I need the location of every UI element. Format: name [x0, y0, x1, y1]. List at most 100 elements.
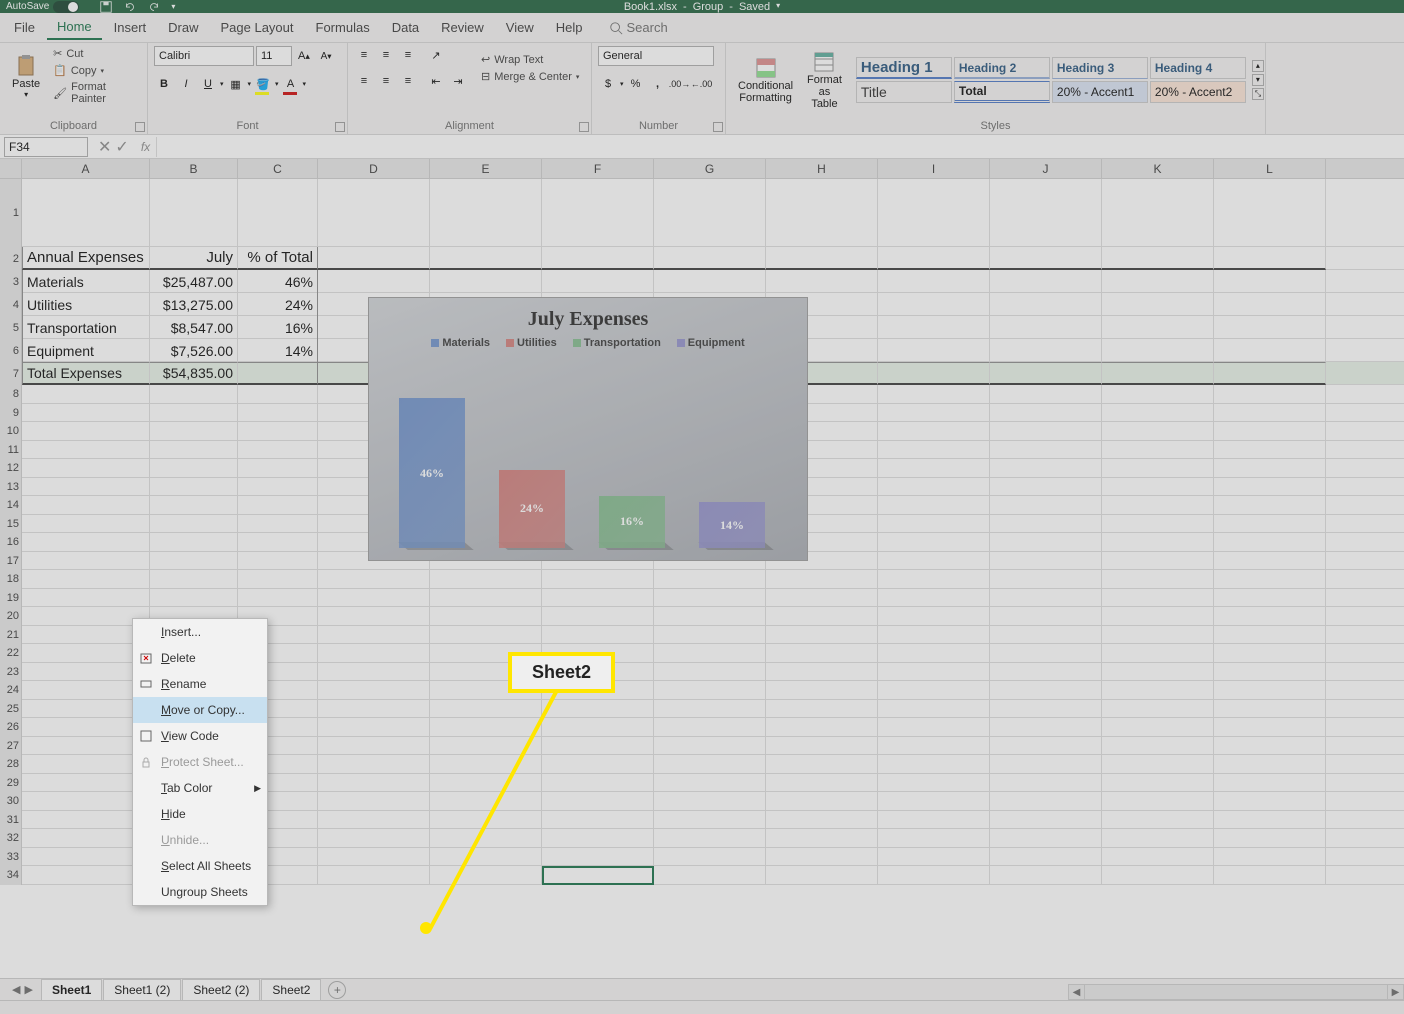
- saved-dropdown-icon[interactable]: ▾: [776, 1, 780, 13]
- cell[interactable]: [878, 700, 990, 719]
- cell[interactable]: [990, 478, 1102, 497]
- cell[interactable]: [990, 179, 1102, 247]
- cell[interactable]: [654, 737, 766, 756]
- autosave-toggle[interactable]: [53, 1, 79, 13]
- cell[interactable]: [654, 179, 766, 247]
- cell[interactable]: [654, 607, 766, 626]
- cell[interactable]: [430, 589, 542, 608]
- cell[interactable]: [990, 270, 1102, 293]
- cell[interactable]: [878, 362, 990, 385]
- cell[interactable]: [1102, 515, 1214, 534]
- row-header[interactable]: 16: [0, 533, 22, 552]
- tab-formulas[interactable]: Formulas: [306, 16, 380, 39]
- wrap-text-button[interactable]: ↩Wrap Text: [478, 52, 582, 67]
- clipboard-dialog-launcher[interactable]: [135, 122, 145, 132]
- row-header[interactable]: 13: [0, 478, 22, 497]
- cell[interactable]: [1214, 422, 1326, 441]
- cell[interactable]: [22, 552, 150, 571]
- cell[interactable]: [878, 607, 990, 626]
- cell[interactable]: [1102, 339, 1214, 362]
- cell[interactable]: [150, 404, 238, 423]
- cell[interactable]: [654, 700, 766, 719]
- row-header[interactable]: 19: [0, 589, 22, 608]
- cell[interactable]: [1102, 316, 1214, 339]
- cell[interactable]: [542, 570, 654, 589]
- cell[interactable]: [990, 644, 1102, 663]
- col-header-B[interactable]: B: [150, 159, 238, 178]
- cell[interactable]: [1102, 441, 1214, 460]
- cell[interactable]: [990, 607, 1102, 626]
- cell[interactable]: [238, 459, 318, 478]
- cell[interactable]: [238, 422, 318, 441]
- fill-color-button[interactable]: 🪣: [253, 74, 273, 94]
- cell[interactable]: [878, 626, 990, 645]
- cell[interactable]: [22, 515, 150, 534]
- cell[interactable]: [22, 570, 150, 589]
- cell[interactable]: [990, 774, 1102, 793]
- name-box[interactable]: [4, 137, 88, 157]
- cell[interactable]: [1102, 811, 1214, 830]
- style-accent1[interactable]: 20% - Accent1: [1052, 81, 1148, 103]
- cell[interactable]: [1102, 570, 1214, 589]
- cell[interactable]: [542, 270, 654, 293]
- redo-icon[interactable]: [147, 0, 161, 14]
- row-header[interactable]: 28: [0, 755, 22, 774]
- align-right-icon[interactable]: ≡: [398, 72, 418, 90]
- cell[interactable]: [766, 755, 878, 774]
- cell[interactable]: [1214, 792, 1326, 811]
- row-header[interactable]: 29: [0, 774, 22, 793]
- cell[interactable]: [238, 533, 318, 552]
- cell[interactable]: [878, 339, 990, 362]
- cell[interactable]: [990, 700, 1102, 719]
- cell[interactable]: [766, 866, 878, 885]
- align-center-icon[interactable]: ≡: [376, 72, 396, 90]
- cell[interactable]: [1102, 478, 1214, 497]
- row-header[interactable]: 12: [0, 459, 22, 478]
- cell[interactable]: [430, 866, 542, 885]
- cell[interactable]: [766, 829, 878, 848]
- cell[interactable]: [1214, 718, 1326, 737]
- cell[interactable]: [990, 589, 1102, 608]
- cell[interactable]: [1214, 607, 1326, 626]
- cell[interactable]: [766, 179, 878, 247]
- row-header[interactable]: 6: [0, 339, 22, 362]
- cell[interactable]: [990, 681, 1102, 700]
- cm-insert[interactable]: Insert...: [133, 619, 267, 645]
- tab-help[interactable]: Help: [546, 16, 593, 39]
- cell[interactable]: [1102, 589, 1214, 608]
- col-header-E[interactable]: E: [430, 159, 542, 178]
- cell[interactable]: [238, 179, 318, 247]
- cell[interactable]: [238, 404, 318, 423]
- conditional-formatting-button[interactable]: Conditional Formatting: [732, 52, 799, 108]
- cell[interactable]: Transportation: [22, 316, 150, 339]
- merge-center-button[interactable]: ⊟Merge & Center▾: [478, 69, 582, 84]
- cell[interactable]: [22, 774, 150, 793]
- cell[interactable]: [318, 755, 430, 774]
- cell[interactable]: [542, 848, 654, 867]
- cell[interactable]: [542, 792, 654, 811]
- cell[interactable]: [150, 459, 238, 478]
- cell[interactable]: [766, 811, 878, 830]
- cell[interactable]: $54,835.00: [150, 362, 238, 385]
- accounting-format-icon[interactable]: $: [598, 74, 618, 94]
- cell[interactable]: [990, 755, 1102, 774]
- cell[interactable]: [1214, 496, 1326, 515]
- cell[interactable]: [990, 293, 1102, 316]
- cm-tab-color[interactable]: Tab Color▶: [133, 775, 267, 801]
- cell[interactable]: [766, 589, 878, 608]
- tab-draw[interactable]: Draw: [158, 16, 208, 39]
- cell[interactable]: [22, 848, 150, 867]
- style-title[interactable]: Title: [856, 81, 952, 103]
- sheet-nav-prev-icon[interactable]: ◀: [12, 983, 20, 996]
- cell[interactable]: [1214, 459, 1326, 478]
- cell[interactable]: [878, 179, 990, 247]
- enter-formula-icon[interactable]: ✓: [115, 137, 128, 157]
- bold-button[interactable]: B: [154, 74, 174, 94]
- cell[interactable]: [990, 247, 1102, 270]
- cell[interactable]: [878, 644, 990, 663]
- font-color-button[interactable]: A: [281, 74, 301, 94]
- cell[interactable]: [990, 866, 1102, 885]
- cm-delete[interactable]: Delete: [133, 645, 267, 671]
- cell[interactable]: [430, 718, 542, 737]
- cell[interactable]: [318, 681, 430, 700]
